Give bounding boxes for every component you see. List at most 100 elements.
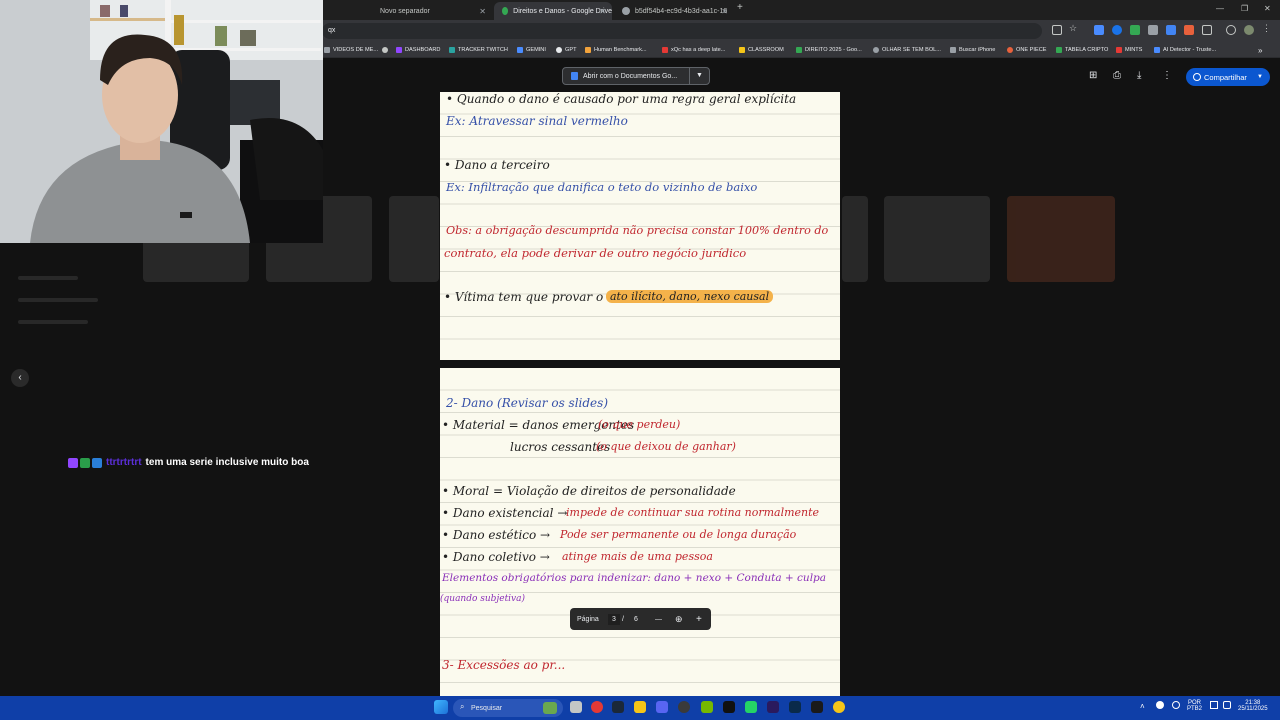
zoom-in-icon[interactable]: + [696, 614, 702, 625]
bookmark-item[interactable]: OLHAR SE TEM BOL... [873, 44, 941, 56]
bookmark-item[interactable]: Buscar iPhone [950, 44, 995, 56]
print-icon[interactable]: ⎙ [1113, 70, 1121, 81]
app-tray-icon[interactable] [1156, 701, 1164, 709]
tab-new[interactable]: Novo separador ✕ [372, 2, 492, 20]
whatsapp-icon[interactable] [745, 701, 757, 713]
bookmark-item[interactable]: xQc has a deep late... [662, 44, 725, 56]
extension-icon[interactable] [1094, 25, 1104, 35]
bookmark-icon [950, 47, 956, 53]
webcam-overlay [0, 0, 323, 243]
sidebar-ghost [18, 320, 88, 324]
steam-icon[interactable] [612, 701, 624, 713]
windows-start-icon[interactable] [434, 700, 448, 714]
show-hidden-icons-icon[interactable]: ˄ [1140, 702, 1145, 711]
bookmark-item[interactable]: TABELA CRIPTO [1056, 44, 1108, 56]
zoom-out-icon[interactable]: — [655, 616, 662, 623]
note-line: Elementos obrigatórios para indenizar: d… [442, 572, 827, 584]
tab-title: Direitos e Danos - Google Drive [513, 7, 612, 15]
open-with-docs-button[interactable]: Abrir com o Documentos Go... ▼ [562, 67, 710, 85]
restore-icon[interactable]: ❐ [1241, 4, 1248, 13]
tab-close-icon[interactable]: ✕ [599, 7, 606, 16]
zoom-icon[interactable]: ⊕ [675, 614, 683, 625]
extensions-puzzle-icon[interactable] [1202, 25, 1212, 35]
page-number-input[interactable]: 3 [608, 613, 620, 625]
extension-icon[interactable] [1130, 25, 1140, 35]
tab-uuid[interactable]: b5df54b4-ec9d-4b3d-aa1c-16 ✕ [614, 2, 734, 20]
minimize-icon[interactable]: — [1216, 4, 1224, 13]
bookmark-icon [1116, 47, 1122, 53]
note-line: • Dano coletivo → [442, 550, 550, 564]
extension-icon[interactable] [1166, 25, 1176, 35]
volume-icon[interactable] [1223, 701, 1231, 709]
close-window-icon[interactable]: ✕ [1264, 4, 1271, 13]
bookmark-item[interactable]: CLASSROOM [739, 44, 784, 56]
downloads-icon[interactable] [1226, 25, 1236, 35]
bookmark-star-icon[interactable]: ☆ [1069, 23, 1079, 33]
download-icon[interactable]: ⤓ [1137, 70, 1141, 81]
bookmark-item[interactable] [382, 44, 391, 56]
bookmark-item[interactable]: DIREITO 2025 - Goo... [796, 44, 862, 56]
share-button[interactable]: Compartilhar ▼ [1186, 68, 1270, 86]
nvidia-icon[interactable] [701, 701, 713, 713]
back-arrow-icon[interactable]: ‹ [11, 369, 29, 387]
bookmark-icon [739, 47, 745, 53]
chevron-down-icon[interactable]: ▼ [1257, 74, 1263, 80]
extension-icon[interactable] [1148, 25, 1158, 35]
address-bar[interactable]: qx [322, 23, 1042, 39]
file-explorer-icon[interactable] [634, 701, 646, 713]
bookmark-item[interactable]: GPT [556, 44, 577, 56]
badge-icon [92, 457, 102, 468]
profile-avatar[interactable] [1244, 25, 1254, 35]
network-icon[interactable] [1210, 701, 1218, 709]
taskbar-search[interactable]: ⌕ Pesquisar [453, 699, 563, 717]
clock[interactable]: 21:38 25/11/2025 [1238, 700, 1268, 712]
bookmark-icon [449, 47, 455, 53]
tab-close-icon[interactable]: ✕ [721, 7, 728, 16]
globe-icon [622, 7, 630, 15]
cast-icon[interactable] [1052, 25, 1062, 35]
new-tab-button[interactable]: + [737, 2, 743, 13]
bookmark-item[interactable]: AI Detector - Truste... [1154, 44, 1216, 56]
bookmark-item[interactable]: TRACKER TWITCH [449, 44, 508, 56]
file-thumbnail [1007, 196, 1115, 282]
bookmark-item[interactable]: GEMINI [517, 44, 546, 56]
task-view-icon[interactable] [570, 701, 582, 713]
more-actions-icon[interactable]: ⋮ [1162, 70, 1172, 81]
share-icon [1193, 73, 1201, 81]
webcam-feed [0, 0, 323, 243]
bookmark-icon [585, 47, 591, 53]
note-line: 2- Dano (Revisar os slides) [446, 396, 608, 410]
photoshop-icon[interactable] [789, 701, 801, 713]
search-placeholder: Pesquisar [471, 704, 503, 712]
extension-icon[interactable] [1112, 25, 1122, 35]
bookmark-item[interactable]: ONE PIECE [1007, 44, 1046, 56]
bookmark-item[interactable]: VIDEOS DE ME... [324, 44, 378, 56]
capcut-icon[interactable] [811, 701, 823, 713]
page-navigation: Página 3 / 6 — ⊕ + [570, 608, 711, 630]
obs-icon[interactable] [678, 701, 690, 713]
tab-drive[interactable]: Direitos e Danos - Google Drive ✕ [494, 2, 612, 20]
file-thumbnail [842, 196, 868, 282]
browser-menu-icon[interactable]: ⋮ [1262, 23, 1272, 33]
note-line: contrato, ela pode derivar de outro negó… [444, 246, 747, 260]
bookmark-item[interactable]: Human Benchmark... [585, 44, 647, 56]
app-icon[interactable] [723, 701, 735, 713]
app-icon[interactable] [833, 701, 845, 713]
add-to-drive-icon[interactable]: ⊞ [1089, 70, 1097, 81]
extension-icon[interactable] [1184, 25, 1194, 35]
more-bookmarks-icon[interactable]: » [1258, 44, 1262, 56]
bookmark-icon [1154, 47, 1160, 53]
page-label: Página [577, 615, 599, 623]
premiere-icon[interactable] [767, 701, 779, 713]
discord-icon[interactable] [656, 701, 668, 713]
bookmark-item[interactable]: MINTS [1116, 44, 1142, 56]
chrome-icon[interactable] [591, 701, 603, 713]
note-line: • Vítima tem que provar o [444, 290, 604, 304]
mic-icon[interactable] [1172, 701, 1180, 709]
chevron-down-icon[interactable]: ▼ [689, 68, 709, 84]
bookmark-icon [396, 47, 402, 53]
tab-close-icon[interactable]: ✕ [479, 7, 486, 16]
note-line: (o que perdeu) [598, 418, 681, 431]
bookmark-item[interactable]: DASHBOARD [396, 44, 440, 56]
language-indicator[interactable]: POR PTB2 [1187, 700, 1202, 712]
